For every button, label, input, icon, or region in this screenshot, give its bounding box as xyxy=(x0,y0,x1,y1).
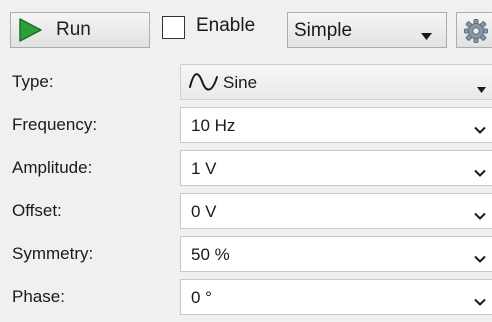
property-row-type: Type: Sine xyxy=(0,64,492,100)
offset-value[interactable]: 0 V xyxy=(191,202,217,222)
chevron-down-icon[interactable] xyxy=(474,293,486,311)
property-row-phase: Phase: 0 ° xyxy=(0,279,492,315)
frequency-combo[interactable]: 10 Hz xyxy=(180,107,492,143)
chevron-down-icon[interactable] xyxy=(474,164,486,182)
property-row-offset: Offset: 0 V xyxy=(0,193,492,229)
property-row-symmetry: Symmetry: 50 % xyxy=(0,236,492,272)
enable-checkbox[interactable] xyxy=(162,16,185,39)
sine-wave-icon xyxy=(188,71,220,100)
settings-button[interactable] xyxy=(456,12,492,48)
chevron-down-icon[interactable] xyxy=(474,250,486,268)
enable-label[interactable]: Enable xyxy=(196,15,255,37)
mode-select[interactable]: Simple xyxy=(287,12,447,48)
dropdown-arrow-icon xyxy=(421,27,432,45)
type-value: Sine xyxy=(223,73,258,92)
phase-combo[interactable]: 0 ° xyxy=(180,279,492,315)
symmetry-combo[interactable]: 50 % xyxy=(180,236,492,272)
chevron-down-icon[interactable] xyxy=(474,121,486,139)
property-label-type: Type: xyxy=(12,72,54,91)
run-button[interactable]: Run xyxy=(10,12,150,48)
amplitude-combo[interactable]: 1 V xyxy=(180,150,492,186)
gear-icon xyxy=(464,19,488,47)
type-dropdown[interactable]: Sine xyxy=(180,64,492,100)
property-row-amplitude: Amplitude: 1 V xyxy=(0,150,492,186)
frequency-value[interactable]: 10 Hz xyxy=(191,116,235,136)
symmetry-value[interactable]: 50 % xyxy=(191,245,230,265)
property-row-frequency: Frequency: 10 Hz xyxy=(0,107,492,143)
offset-combo[interactable]: 0 V xyxy=(180,193,492,229)
dropdown-arrow-icon xyxy=(477,80,486,98)
property-label-offset: Offset: xyxy=(12,201,62,220)
property-label-amplitude: Amplitude: xyxy=(12,158,93,177)
run-button-label: Run xyxy=(56,19,91,40)
amplitude-value[interactable]: 1 V xyxy=(191,159,217,179)
property-label-phase: Phase: xyxy=(12,287,65,306)
phase-value[interactable]: 0 ° xyxy=(191,288,212,308)
play-icon xyxy=(16,16,44,44)
property-label-frequency: Frequency: xyxy=(12,115,98,134)
toolbar: Run Enable Simple xyxy=(0,0,492,62)
chevron-down-icon[interactable] xyxy=(474,207,486,225)
property-label-symmetry: Symmetry: xyxy=(12,244,94,263)
mode-select-value: Simple xyxy=(294,20,353,41)
